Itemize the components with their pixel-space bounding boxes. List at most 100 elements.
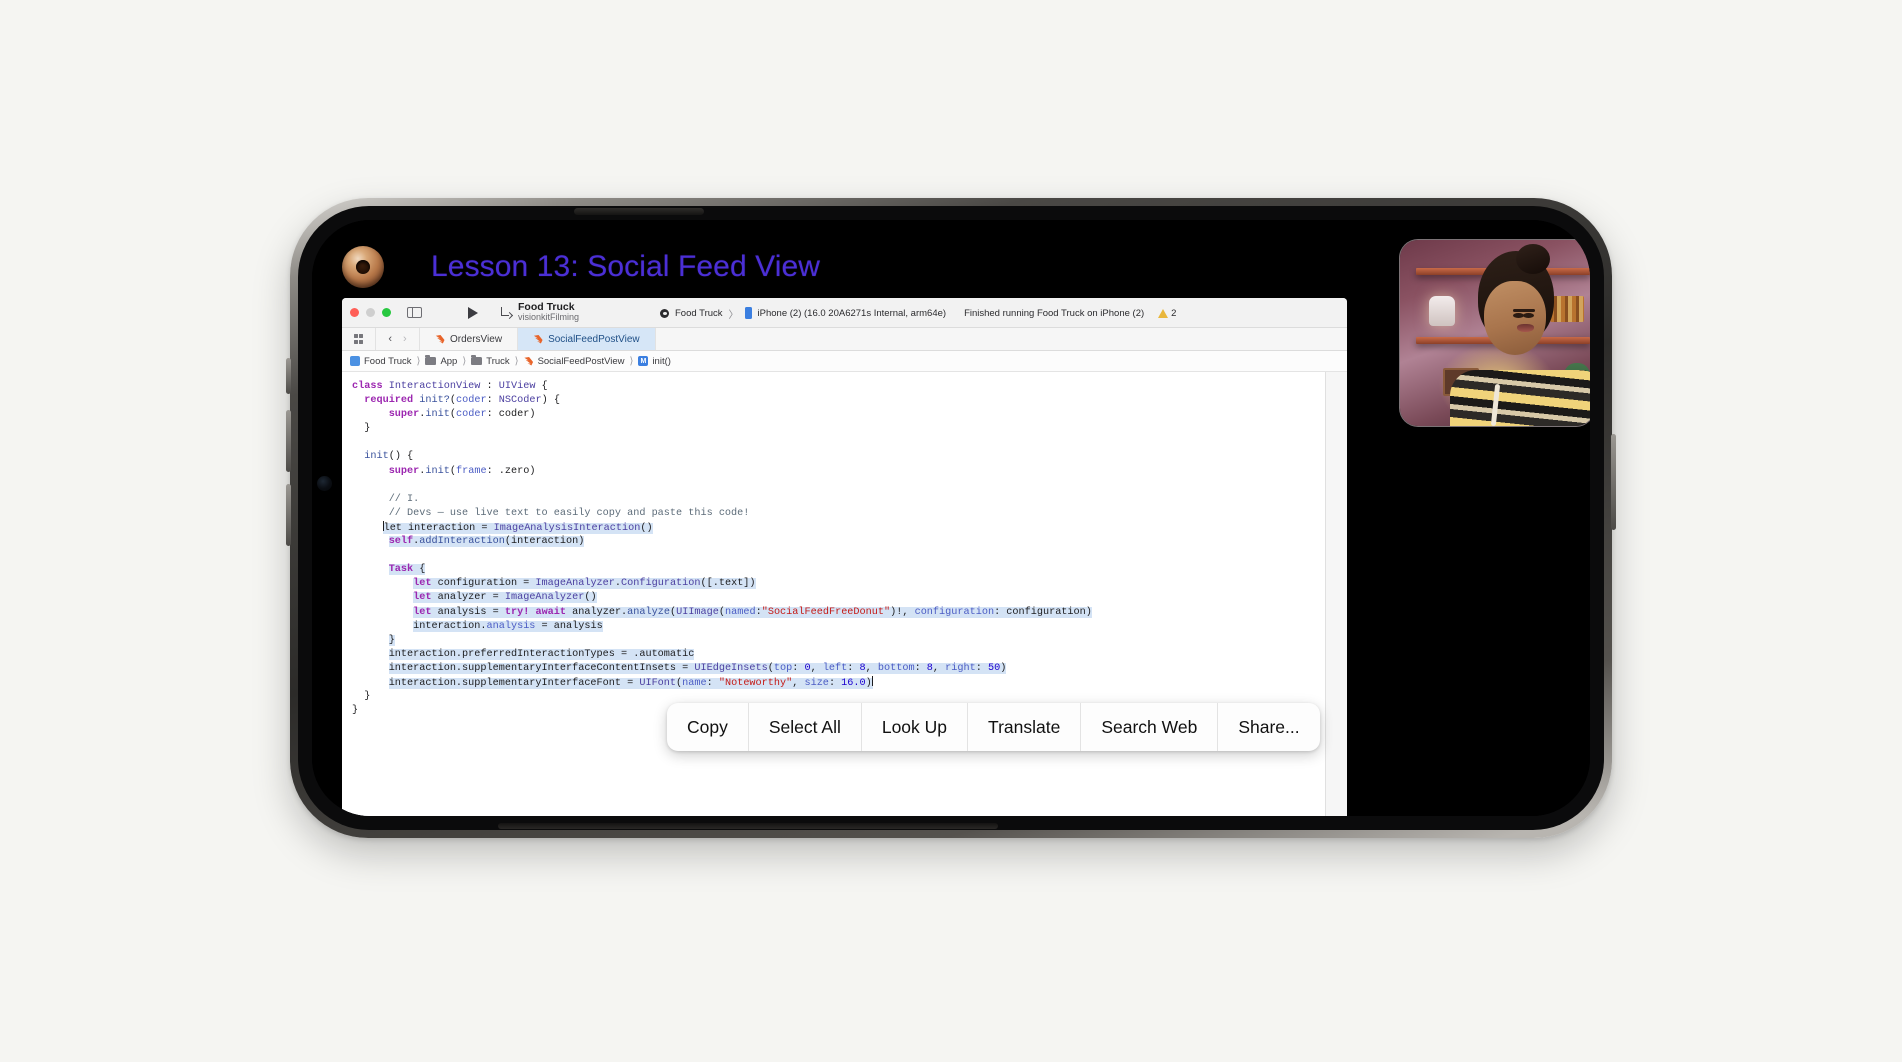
code-line: interaction.analysis = analysis [352,620,1347,634]
person-clothing [1450,370,1590,426]
page-title: Lesson 13: Social Feed View [431,250,820,284]
breadcrumb-separator-icon: ⟩ [417,356,421,367]
donut-icon [342,246,384,288]
status-message: Finished running Food Truck on iPhone (2… [964,308,1144,319]
front-camera-icon [317,476,332,491]
tab-label: OrdersView [450,334,502,345]
facetime-pip-window[interactable] [1399,239,1590,427]
swift-file-icon [533,334,543,344]
code-line: interaction.supplementaryInterfaceConten… [352,662,1347,676]
folder-icon [425,357,436,365]
breadcrumb-item-method[interactable]: M init() [638,356,670,367]
code-line: super.init(frame: .zero) [352,465,1347,479]
run-button[interactable] [468,307,478,319]
tab-socialfeedpostview[interactable]: SocialFeedPostView [518,328,656,350]
dynamic-island-notch [312,418,342,530]
text-selection-context-menu: Copy Select All Look Up Translate Search… [667,703,1320,751]
menu-item-translate[interactable]: Translate [968,703,1081,751]
ringer-switch[interactable] [286,358,291,394]
breadcrumb-item-file[interactable]: SocialFeedPostView [524,356,625,367]
keynote-slide: Lesson 13: Social Feed View [312,220,1590,816]
status-device-name: iPhone (2) (16.0 20A6271s Internal, arm6… [758,308,947,319]
books-decor [1550,296,1584,322]
volume-up-button[interactable] [286,410,291,472]
menu-item-search-web[interactable]: Search Web [1081,703,1218,751]
minimize-button[interactable] [366,308,375,317]
swift-file-icon [435,334,445,344]
code-line: } [352,634,1347,648]
person-hair-bun [1516,244,1550,274]
code-line: self.addInteraction(interaction) [352,535,1347,549]
status-target-name: Food Truck [675,308,723,319]
target-icon [660,309,669,318]
lamp-decor [1429,296,1455,326]
code-line: // Devs — use live text to easily copy a… [352,507,1347,521]
breadcrumb-label: Truck [486,356,509,367]
menu-item-look-up[interactable]: Look Up [862,703,968,751]
breadcrumb-separator-icon: ⟩ [515,356,519,367]
breadcrumb-label: Food Truck [364,356,412,367]
scheme-text: Food Truck visionkitFilming [518,302,579,322]
tab-ordersview[interactable]: OrdersView [420,328,518,350]
breadcrumb-item-app[interactable]: App [425,356,457,367]
code-line [352,436,1347,450]
breadcrumb-separator-icon: ⟩ [630,356,634,367]
breadcrumb-item-project[interactable]: Food Truck [350,356,412,367]
scheme-subtitle: visionkitFilming [518,313,579,322]
menu-item-select-all[interactable]: Select All [749,703,862,751]
menu-item-share[interactable]: Share... [1218,703,1319,751]
earpiece-speaker [574,208,704,215]
power-button[interactable] [1611,434,1616,530]
code-line: // I. [352,493,1347,507]
inspector-rail [1325,372,1347,816]
project-icon [350,356,360,366]
warning-badge[interactable]: 2 [1158,308,1176,319]
back-icon[interactable]: ‹ [388,333,392,345]
xcode-tab-bar: ‹ › OrdersView SocialFeedPostView [342,328,1347,351]
code-line: let interaction = ImageAnalysisInteracti… [352,521,1347,535]
code-line: super.init(coder: coder) [352,408,1347,422]
eye-right [1523,313,1534,318]
bottom-bezel-detail [498,823,998,829]
breadcrumb-item-truck[interactable]: Truck [471,356,509,367]
person-face [1484,281,1546,355]
forward-icon[interactable]: › [403,333,407,345]
navigation-arrows[interactable]: ‹ › [376,328,420,350]
iphone-icon [745,307,752,319]
code-line: required init?(coder: NSCoder) { [352,394,1347,408]
sidebar-toggle-icon[interactable] [407,307,422,318]
code-line: interaction.preferredInteractionTypes = … [352,648,1347,662]
breadcrumb-label: App [440,356,457,367]
swift-file-icon [524,356,534,366]
code-line [352,549,1347,563]
code-line: let analyzer = ImageAnalyzer() [352,591,1347,605]
breadcrumb-label: SocialFeedPostView [538,356,625,367]
status-separator-icon: 〉 [729,306,739,321]
code-line [352,479,1347,493]
volume-down-button[interactable] [286,484,291,546]
method-icon: M [638,356,648,366]
breadcrumb-separator-icon: ⟩ [462,356,466,367]
close-button[interactable] [350,308,359,317]
breadcrumb: Food Truck ⟩ App ⟩ Truck ⟩ [342,351,1347,372]
window-controls [350,308,391,317]
menu-item-copy[interactable]: Copy [667,703,749,751]
phone-bezel: Lesson 13: Social Feed View [298,206,1604,830]
breadcrumb-label: init() [652,356,670,367]
code-line: init() { [352,450,1347,464]
warning-triangle-icon [1158,309,1168,318]
code-line: class InteractionView : UIView { [352,380,1347,394]
code-line: Task { [352,563,1347,577]
scheme-selector[interactable]: Food Truck visionkitFilming [500,302,579,322]
eyebrow-right [1522,309,1535,312]
iphone-device-frame: Lesson 13: Social Feed View [290,198,1612,838]
zoom-button[interactable] [382,308,391,317]
mouth [1517,324,1534,332]
warning-count: 2 [1171,308,1176,319]
source-code[interactable]: class InteractionView : UIView { require… [342,380,1347,718]
code-line: let analysis = try! await analyzer.analy… [352,606,1347,620]
slide-header: Lesson 13: Social Feed View [342,242,820,292]
code-line: } [352,422,1347,436]
xcode-status-bar[interactable]: Food Truck 〉 iPhone (2) (16.0 20A6271s I… [660,302,1337,324]
grid-icon[interactable] [342,328,376,350]
